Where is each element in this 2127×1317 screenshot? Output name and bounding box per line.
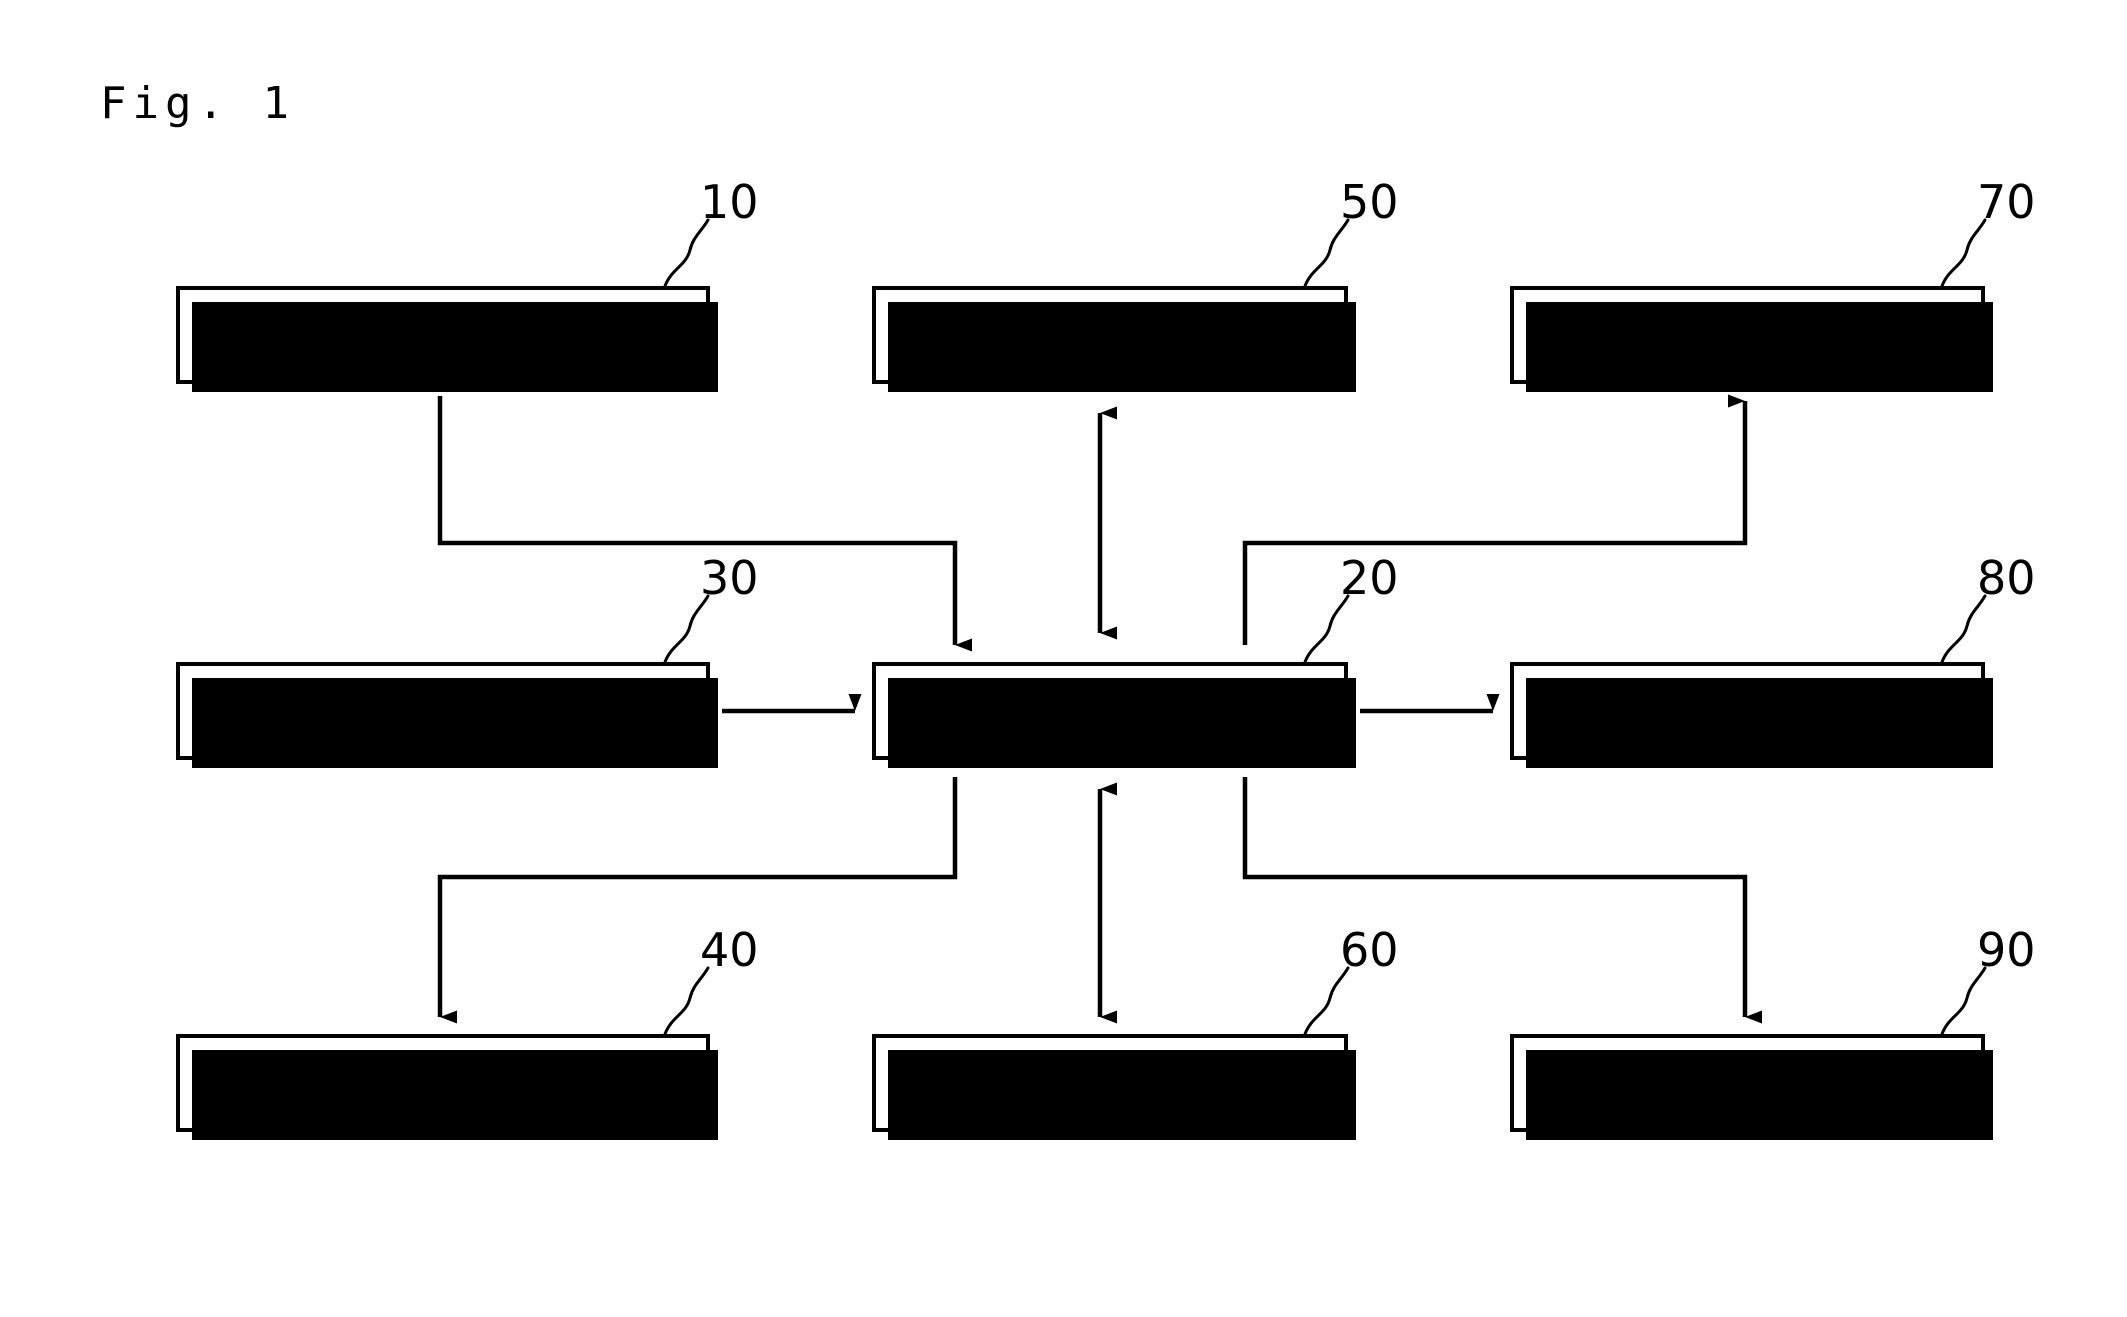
leader-60 [1303,966,1350,1036]
ref-numeral-40: 40 [700,923,759,977]
ref-numeral-30: 30 [700,551,759,605]
node-label: Warehousing and releasing position searc… [1540,1055,1899,1111]
ref-numeral-60: 60 [1340,923,1399,977]
node-label: Label attachment unit [1598,698,1901,724]
node-label: Holding sequence calculation unit [902,1055,1304,1111]
leader-80 [1940,594,1987,664]
leader-30 [663,594,710,664]
figure-title: Fig. 1 [100,78,295,129]
node-label-attachment-unit[interactable]: Label attachment unit [1510,662,1993,768]
connector-20-to-70 [1242,394,1748,645]
node-medicine-warehousing-and-releasing-control-unit[interactable]: Medicine warehousing and releasing contr… [872,662,1356,768]
leader-70 [1940,218,1987,288]
node-identification-information-recognition-unit[interactable]: Identification information recognition u… [176,662,718,768]
node-label-generating-unit[interactable]: Label generating unit [1510,286,1993,392]
ref-numeral-90: 90 [1977,923,2036,977]
leader-10 [663,218,710,288]
ref-numeral-10: 10 [700,175,759,229]
node-medicine-holding-and-transferring-unit[interactable]: Medicine holding and transferring unit [872,286,1356,392]
node-medicine-size-measurement-unit[interactable]: Medicine size measurement unit [176,1034,718,1140]
leader-90 [1940,966,1987,1036]
node-warehousing-and-releasing-position-search-unit[interactable]: Warehousing and releasing position searc… [1510,1034,1993,1140]
node-label: Warehousing and releasing list input uni… [206,307,637,363]
leader-20 [1303,594,1350,664]
connector-20-to-40 [437,777,958,1024]
leader-50 [1303,218,1350,288]
node-label: Medicine warehousing and releasing contr… [939,683,1285,739]
node-label: Label generating unit [1598,322,1901,348]
leader-40 [663,966,710,1036]
patent-figure: Fig. 1 Warehousing and releasing list in… [0,0,2127,1317]
node-label: Medicine holding and transferring unit [968,307,1256,363]
connector-10-to-20 [437,396,972,652]
ref-numeral-50: 50 [1340,175,1399,229]
node-label: Identification information recognition u… [258,683,632,739]
node-label: Medicine size measurement unit [229,1070,661,1096]
ref-numeral-70: 70 [1977,175,2036,229]
ref-numeral-20: 20 [1340,551,1399,605]
node-warehousing-and-releasing-list-input-unit[interactable]: Warehousing and releasing list input uni… [176,286,718,392]
connector-20-to-90 [1242,777,1762,1024]
node-holding-sequence-calculation-unit[interactable]: Holding sequence calculation unit [872,1034,1356,1140]
ref-numeral-80: 80 [1977,551,2036,605]
